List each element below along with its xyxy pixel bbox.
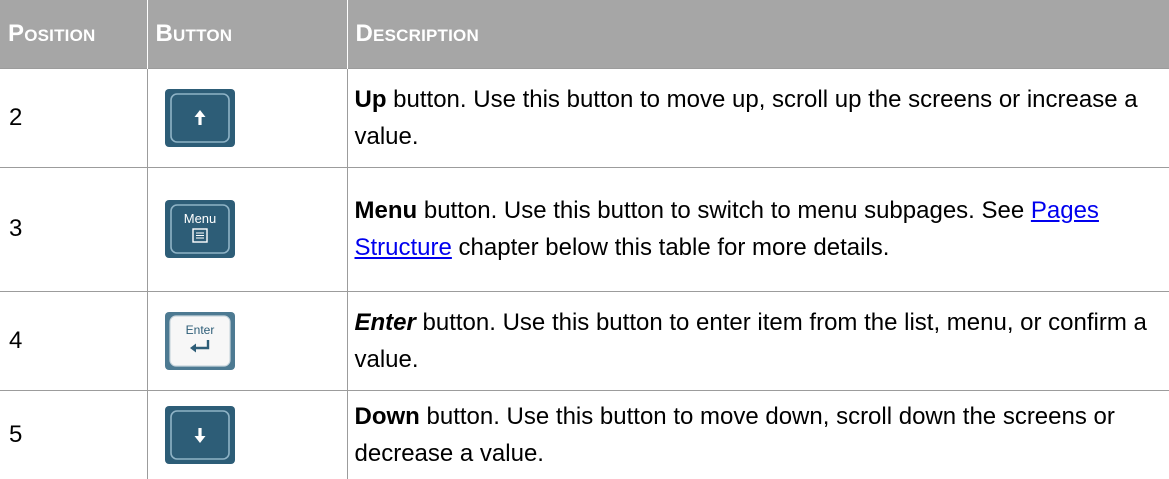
enter-key-caption: Enter	[185, 323, 214, 337]
header-description: Description	[347, 0, 1169, 68]
button-cell	[147, 67, 348, 167]
position-cell: 2	[0, 67, 148, 167]
button-cell	[147, 389, 348, 479]
button-name: Down	[354, 402, 420, 430]
table-header-row: Position Button Description	[0, 0, 1169, 68]
button-name: Menu	[354, 197, 418, 224]
enter-key-icon: Enter	[164, 311, 236, 371]
up-arrow-key-icon	[164, 88, 236, 148]
description-text-after-link: chapter below this table for more detail…	[451, 234, 890, 261]
description-text: button. Use this button to switch to men…	[417, 197, 1031, 224]
table-row: 5 Down button. Use this button to move d…	[0, 389, 1169, 479]
description-text: button. Use this button to enter item fr…	[354, 308, 1147, 373]
table-row: 4 Enter Enter button. Use this button to…	[0, 290, 1169, 390]
buttons-table: Position Button Description 2 Up button.…	[0, 0, 1169, 479]
table-row: 3 Menu Menu button. Use this button to s…	[0, 166, 1169, 291]
position-cell: 4	[0, 290, 148, 390]
button-name: Up	[354, 85, 387, 113]
table-row: 2 Up button. Use this button to move up,…	[0, 67, 1169, 167]
description-text: button. Use this button to move up, scro…	[354, 85, 1138, 150]
header-button: Button	[147, 0, 348, 68]
menu-key-icon: Menu	[164, 199, 236, 259]
button-cell: Enter	[147, 290, 348, 390]
button-cell: Menu	[147, 166, 348, 291]
description-text: button. Use this button to move down, sc…	[354, 402, 1115, 467]
position-cell: 5	[0, 389, 148, 479]
button-name: Enter	[354, 308, 416, 336]
down-arrow-key-icon	[164, 405, 236, 465]
header-position: Position	[0, 0, 148, 68]
description-cell: Menu button. Use this button to switch t…	[347, 166, 1169, 291]
description-cell: Down button. Use this button to move dow…	[347, 389, 1169, 479]
position-cell: 3	[0, 166, 148, 291]
description-cell: Up button. Use this button to move up, s…	[347, 67, 1169, 167]
description-cell: Enter button. Use this button to enter i…	[347, 290, 1169, 390]
menu-key-caption: Menu	[183, 211, 216, 226]
